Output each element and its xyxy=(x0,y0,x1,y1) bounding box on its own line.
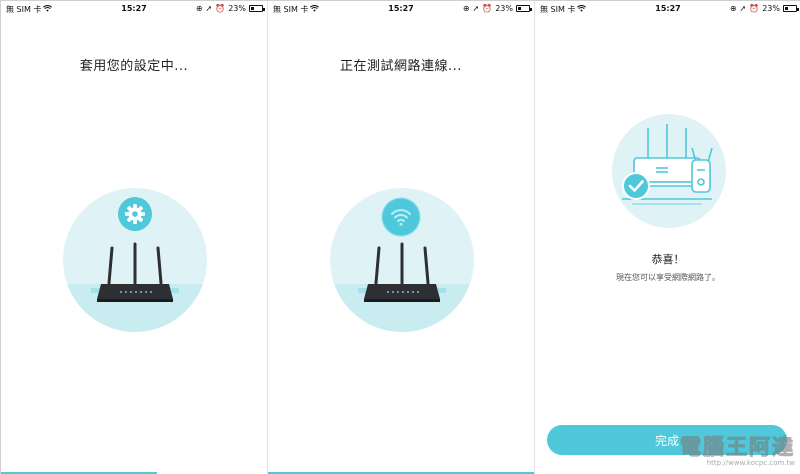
success-illustration xyxy=(612,114,726,228)
alarm-icon: ⏰ xyxy=(215,4,226,13)
alarm-icon: ⏰ xyxy=(749,4,760,13)
alarm-icon: ⏰ xyxy=(482,4,493,13)
screenshot-frame: 無 SIM 卡 15:27 ⊕ ➚ ⏰ 23% 套用您的設定中... 無 SIM… xyxy=(0,0,800,474)
battery-percent: 23% xyxy=(228,4,246,13)
gear-icon xyxy=(118,197,152,231)
page-title: 正在測試網路連線... xyxy=(340,59,462,74)
congrats-message: 現在您可以享受網際網路了。 xyxy=(616,273,720,282)
panel-testing-connection: 無 SIM 卡 15:27 ⊕ ➚ ⏰ 23% 正在測試網路連線... xyxy=(268,1,534,474)
congrats-heading: 恭喜！ xyxy=(651,253,685,266)
router-illustration xyxy=(63,188,207,332)
watermark: 電腦王阿達 http://www.kocpc.com.tw xyxy=(680,431,796,468)
location-icon: ➚ xyxy=(472,4,480,13)
rotation-lock-icon: ⊕ xyxy=(729,4,737,13)
status-bar: 無 SIM 卡 15:27 ⊕ ➚ ⏰ 23% xyxy=(268,1,534,17)
panel-congratulations: 無 SIM 卡 15:27 ⊕ ➚ ⏰ 23% 恭喜！ 現在您可以享受網際網路了… xyxy=(535,1,800,474)
status-bar: 無 SIM 卡 15:27 ⊕ ➚ ⏰ 23% xyxy=(1,1,267,17)
wifi-badge xyxy=(381,197,421,237)
checkmark-icon xyxy=(622,172,650,200)
router-illustration xyxy=(330,188,474,332)
battery-icon xyxy=(249,5,265,12)
page-title: 套用您的設定中... xyxy=(79,59,189,74)
rotation-lock-icon: ⊕ xyxy=(462,4,470,13)
gear-badge xyxy=(118,197,152,231)
status-bar: 無 SIM 卡 15:27 ⊕ ➚ ⏰ 23% xyxy=(535,1,800,17)
location-icon: ➚ xyxy=(739,4,747,13)
battery-icon xyxy=(783,5,799,12)
wifi-icon xyxy=(381,197,421,237)
location-icon: ➚ xyxy=(205,4,213,13)
battery-icon xyxy=(516,5,532,12)
watermark-title: 電腦王阿達 xyxy=(680,435,795,460)
rotation-lock-icon: ⊕ xyxy=(195,4,203,13)
battery-percent: 23% xyxy=(495,4,513,13)
panel-applying-settings: 無 SIM 卡 15:27 ⊕ ➚ ⏰ 23% 套用您的設定中... xyxy=(1,1,267,474)
battery-percent: 23% xyxy=(762,4,780,13)
